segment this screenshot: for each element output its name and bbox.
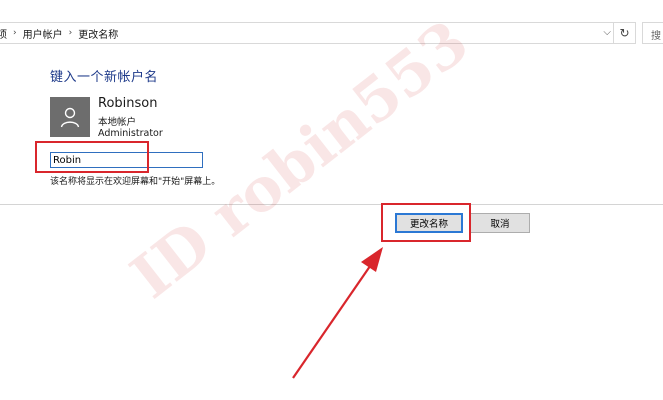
annotation-arrow [292, 247, 383, 379]
divider [0, 204, 663, 205]
avatar [50, 97, 90, 137]
user-icon [60, 107, 80, 128]
breadcrumb[interactable]: 项 › 用户帐户 › 更改名称 ⌵ [0, 22, 614, 44]
chevron-right-icon: › [68, 28, 73, 38]
cancel-button[interactable]: 取消 [470, 213, 530, 233]
chevron-down-icon[interactable]: ⌵ [603, 27, 611, 38]
refresh-icon: ↻ [619, 26, 630, 40]
user-name: Robinson [98, 96, 158, 111]
refresh-button[interactable]: ↻ [614, 22, 636, 44]
search-placeholder: 搜 [651, 31, 661, 42]
search-input[interactable]: 搜 [642, 22, 663, 44]
name-hint-text: 该名称将显示在欢迎屏幕和"开始"屏幕上。 [50, 177, 221, 187]
annotation-box-button [381, 203, 471, 242]
address-bar: 项 › 用户帐户 › 更改名称 ⌵ ↻ 搜 [0, 22, 663, 44]
page-title: 键入一个新帐户名 [50, 70, 159, 85]
account-type: 本地帐户 [98, 117, 137, 128]
chevron-right-icon: › [13, 28, 17, 38]
breadcrumb-item-change-name[interactable]: 更改名称 [75, 26, 121, 41]
breadcrumb-item-control-panel[interactable]: 项 [0, 26, 10, 41]
annotation-box-input [35, 141, 149, 173]
breadcrumb-item-user-accounts[interactable]: 用户帐户 [20, 26, 66, 41]
account-role: Administrator [98, 128, 163, 139]
